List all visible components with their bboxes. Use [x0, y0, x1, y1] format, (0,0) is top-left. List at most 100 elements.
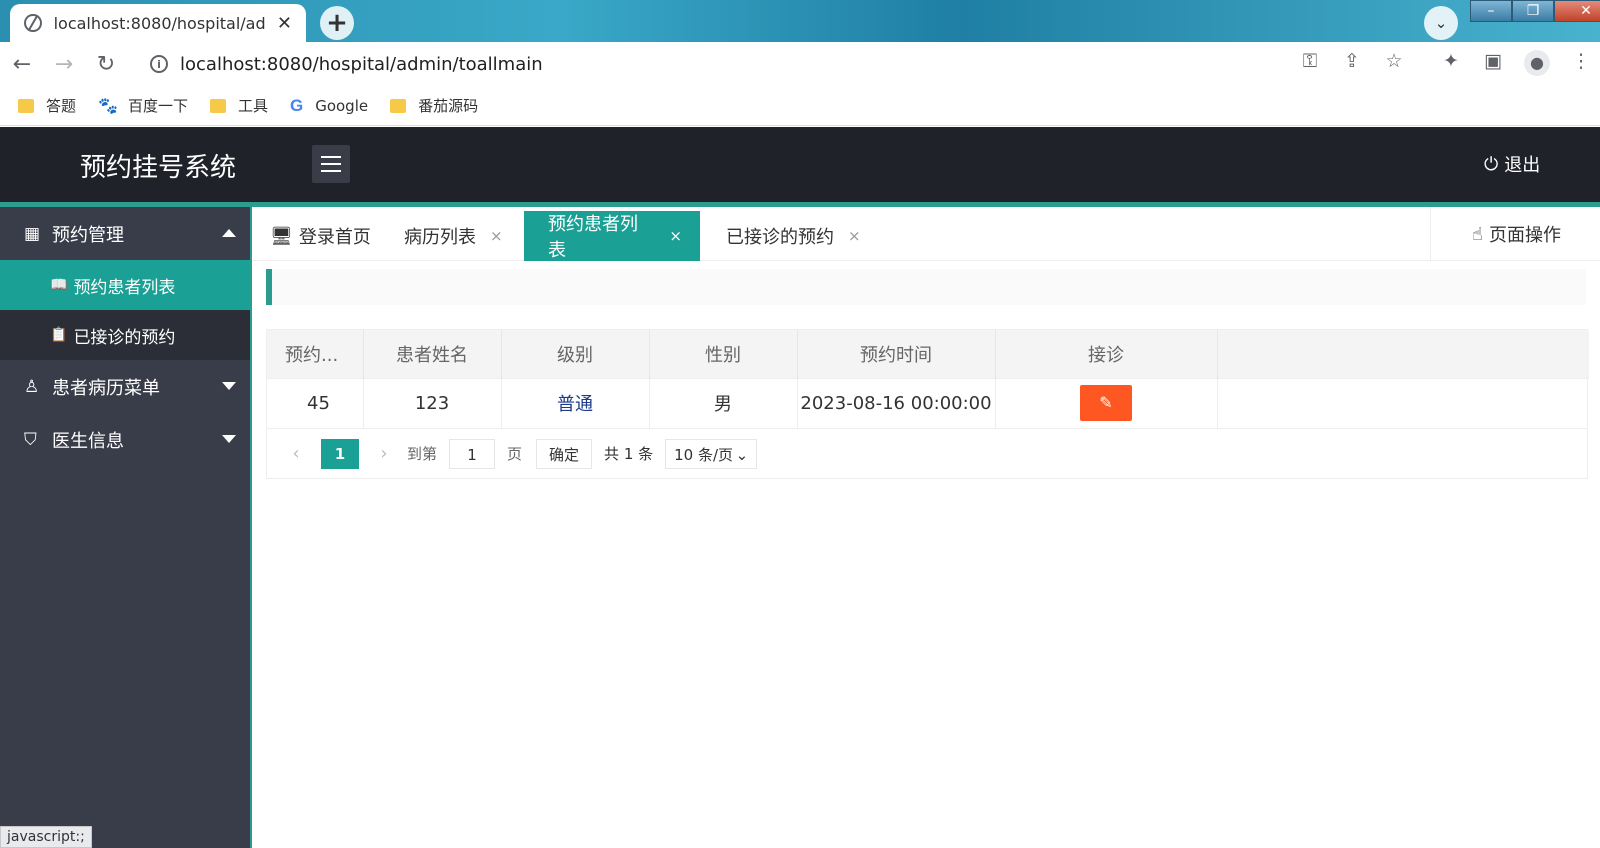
- address-bar[interactable]: i localhost:8080/hospital/admin/toallmai…: [140, 46, 1300, 82]
- tab-records[interactable]: 病历列表 ×: [386, 211, 521, 261]
- site-info-icon[interactable]: i: [150, 55, 168, 73]
- folder-icon: [209, 98, 226, 113]
- sidebar: ▦ 预约管理 📖 预约患者列表 📋 已接诊的预约 ♙ 患者病历菜单 ⛉ 医生信息: [0, 207, 250, 848]
- bookmark-fanqie[interactable]: 番茄源码: [390, 95, 478, 116]
- caret-up-icon: [222, 229, 236, 237]
- close-icon[interactable]: ×: [669, 227, 682, 245]
- browser-status-bar: javascript:;: [0, 826, 92, 848]
- cell-action: ✎: [995, 377, 1218, 428]
- bookmark-tools[interactable]: 工具: [209, 95, 268, 116]
- blockquote-bar: [266, 269, 1586, 305]
- tab-label: 病历列表: [404, 227, 476, 248]
- profile-avatar-icon[interactable]: ●: [1524, 50, 1550, 76]
- share-icon[interactable]: ⇪: [1342, 50, 1362, 72]
- goto-confirm-button[interactable]: 确定: [536, 438, 593, 469]
- close-icon[interactable]: ×: [848, 227, 861, 245]
- minimize-icon: –: [1487, 3, 1495, 19]
- col-header[interactable]: 性别: [649, 330, 798, 378]
- power-icon: ⏻: [1484, 153, 1499, 175]
- goto-label: 到第: [407, 445, 438, 463]
- total-count: 共 1 条: [604, 445, 654, 463]
- grid-icon: ▦: [24, 223, 41, 244]
- restore-button[interactable]: ❐: [1512, 0, 1554, 22]
- minimize-button[interactable]: –: [1470, 0, 1512, 22]
- sidebar-group-label: 医生信息: [52, 430, 124, 452]
- chevron-down-icon: ⌄: [735, 445, 749, 464]
- browser-tab-title: localhost:8080/hospital/admin: [53, 13, 267, 33]
- tab-received[interactable]: 已接诊的预约 ×: [708, 211, 879, 261]
- receive-edit-button[interactable]: ✎: [1080, 385, 1132, 422]
- col-header[interactable]: 预约时间: [797, 330, 996, 378]
- cell-filler: [1217, 377, 1589, 428]
- goto-page-input[interactable]: 1: [449, 438, 496, 469]
- omnibox-actions: ⚿ ⇪ ☆: [1300, 50, 1404, 72]
- table-row: 45 123 普通 男 2023-08-16 00:00:00 ✎: [267, 377, 1589, 428]
- sidebar-item-patient-list[interactable]: 📖 预约患者列表: [0, 260, 250, 310]
- sidebar-item-label: 预约患者列表: [73, 277, 176, 298]
- page-size-select[interactable]: 10 条/页 ⌄: [665, 438, 758, 469]
- caret-down-icon: [222, 435, 236, 443]
- col-header[interactable]: 级别: [501, 330, 650, 378]
- sidebar-group-appointments[interactable]: ▦ 预约管理: [0, 207, 250, 260]
- book-icon: 📖: [50, 277, 68, 293]
- cell-gender: 男: [649, 377, 798, 428]
- restore-icon: ❐: [1526, 3, 1540, 19]
- tab-label: 预约患者列表: [548, 214, 638, 261]
- menu-toggle-button[interactable]: [312, 145, 350, 183]
- browser-tab[interactable]: localhost:8080/hospital/admin ✕: [10, 4, 306, 42]
- extensions-icon[interactable]: ✦: [1440, 50, 1462, 76]
- table-header-row: 预约... 患者姓名 级别 性别 预约时间 接诊: [267, 330, 1589, 378]
- back-button[interactable]: ←: [2, 52, 42, 77]
- sidebar-group-label: 患者病历菜单: [52, 377, 160, 399]
- logout-button[interactable]: ⏻ 退出: [1484, 151, 1540, 177]
- bookmark-google[interactable]: G Google: [290, 96, 368, 116]
- window-controls: – ❐ ✕: [1470, 0, 1600, 22]
- pencil-icon: ✎: [1099, 393, 1113, 413]
- more-menu-icon[interactable]: ⋮: [1570, 50, 1592, 76]
- tab-home[interactable]: 🖥 登录首页: [252, 211, 389, 261]
- forward-button[interactable]: →: [44, 52, 84, 77]
- app-header: 预约挂号系统 ⏻ 退出: [0, 127, 1600, 202]
- address-url[interactable]: localhost:8080/hospital/admin/toallmain: [180, 54, 543, 75]
- user-icon: ♙: [24, 376, 40, 397]
- sidebar-group-doctors[interactable]: ⛉ 医生信息: [0, 413, 250, 466]
- bookmark-label: 工具: [237, 97, 268, 115]
- logout-label: 退出: [1504, 155, 1541, 176]
- current-page[interactable]: 1: [321, 438, 359, 469]
- next-page-button[interactable]: ›: [369, 443, 399, 464]
- reload-button[interactable]: ↻: [86, 52, 126, 77]
- star-icon[interactable]: ☆: [1384, 50, 1404, 72]
- hamburger-icon: [321, 156, 341, 158]
- tab-label: 已接诊的预约: [726, 227, 834, 248]
- close-tab-icon[interactable]: ✕: [277, 13, 292, 34]
- google-icon: G: [289, 95, 304, 115]
- new-tab-button[interactable]: +: [320, 6, 354, 40]
- col-header[interactable]: 接诊: [995, 330, 1218, 378]
- bookmark-baidu[interactable]: 🐾 百度一下: [98, 95, 188, 116]
- cell-id: 45: [267, 377, 364, 428]
- tab-patient-list[interactable]: 预约患者列表 ×: [524, 211, 700, 261]
- extension-actions: ✦ ▣ ● ⋮: [1440, 50, 1592, 76]
- col-header[interactable]: 患者姓名: [363, 330, 502, 378]
- cell-level: 普通: [501, 377, 650, 428]
- key-icon[interactable]: ⚿: [1300, 50, 1320, 72]
- sidebar-item-received[interactable]: 📋 已接诊的预约: [0, 310, 250, 360]
- close-icon[interactable]: ×: [490, 227, 503, 245]
- app-logo: 预约挂号系统: [80, 153, 237, 183]
- cell-time: 2023-08-16 00:00:00: [797, 377, 996, 428]
- bookmark-label: 番茄源码: [418, 97, 479, 115]
- hand-pointer-icon: ☝: [1472, 223, 1483, 245]
- page-size-value: 10 条/页: [674, 445, 734, 464]
- cell-name: 123: [363, 377, 502, 428]
- bookmark-dati[interactable]: 答题: [18, 95, 76, 116]
- sidebar-group-records[interactable]: ♙ 患者病历菜单: [0, 360, 250, 413]
- window-close-button[interactable]: ✕: [1554, 0, 1600, 22]
- tab-search-button[interactable]: ⌄: [1424, 6, 1458, 40]
- col-header[interactable]: 预约...: [267, 330, 364, 378]
- page-operations-button[interactable]: ☝ 页面操作: [1430, 207, 1600, 261]
- side-panel-icon[interactable]: ▣: [1482, 50, 1504, 76]
- folder-icon: [18, 98, 34, 113]
- prev-page-button[interactable]: ‹: [281, 443, 311, 464]
- bookmark-label: 百度一下: [127, 97, 188, 115]
- browser-tabstrip: localhost:8080/hospital/admin ✕ + ⌄ – ❐ …: [0, 0, 1600, 42]
